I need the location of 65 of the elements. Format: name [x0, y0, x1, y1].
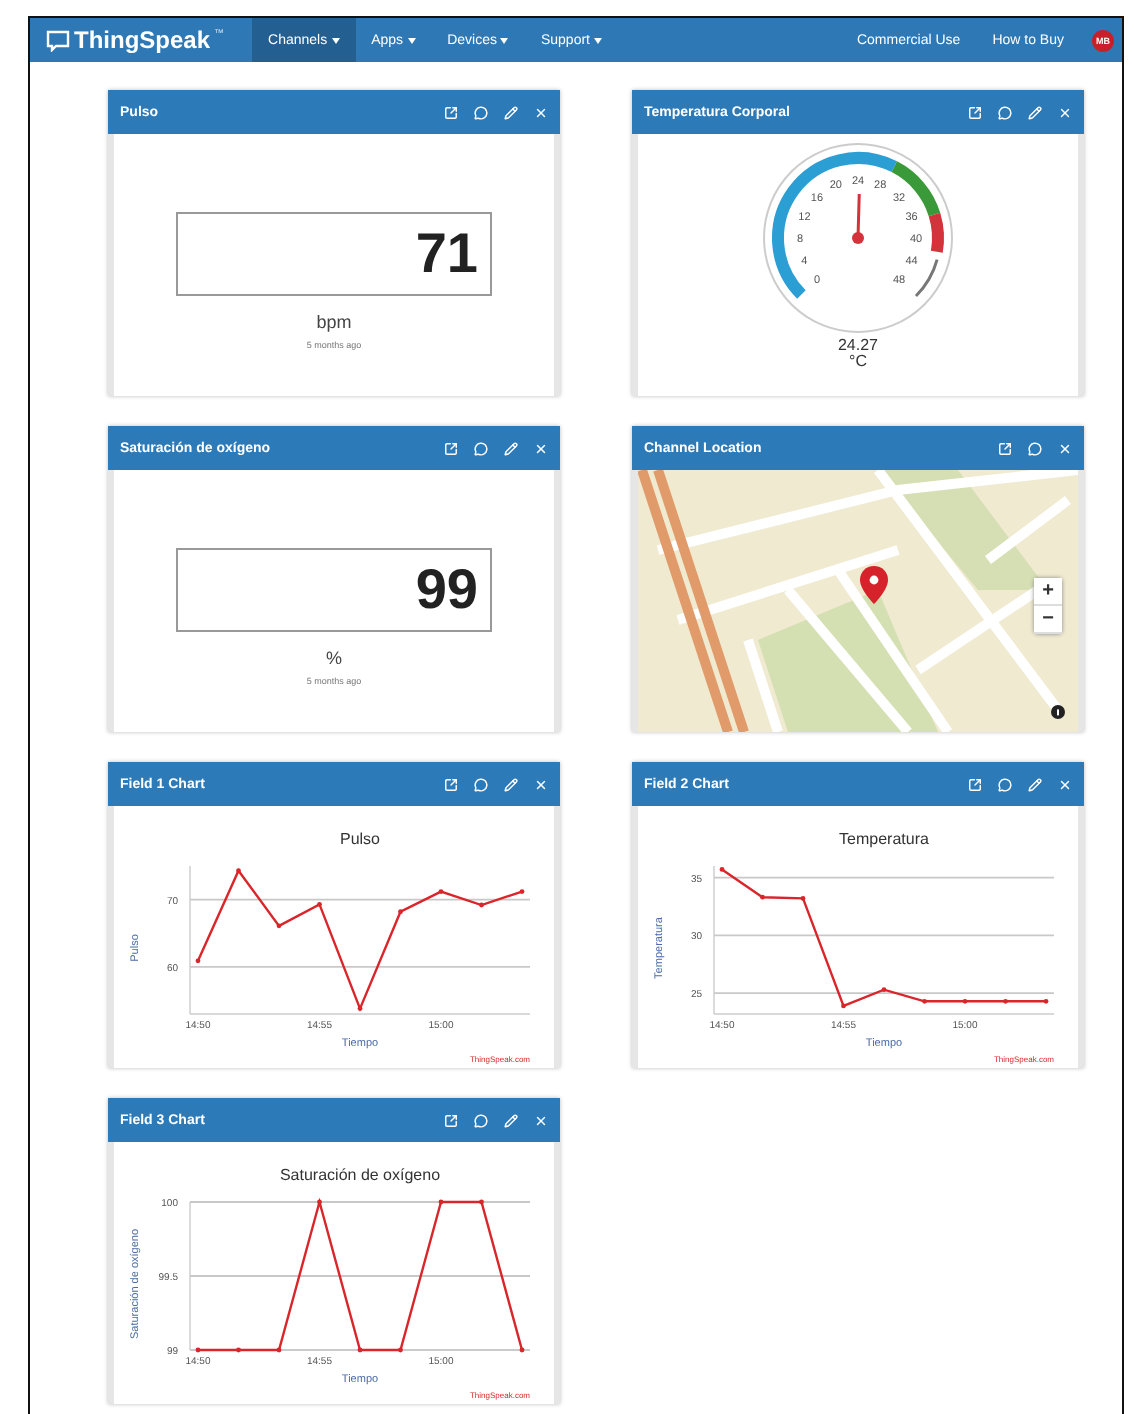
data-point: [1043, 998, 1049, 1004]
close-icon[interactable]: [1058, 105, 1072, 119]
pencil-icon[interactable]: [1028, 777, 1042, 791]
data-point: [479, 902, 484, 908]
pencil-icon[interactable]: [504, 105, 518, 119]
external-link-icon[interactable]: [444, 441, 458, 455]
data-point: [195, 1347, 201, 1353]
data-point: [719, 867, 725, 872]
zoom-in-button[interactable]: +: [1034, 578, 1062, 606]
data-point: [357, 1347, 363, 1353]
pencil-icon[interactable]: [1028, 105, 1042, 119]
data-point: [398, 1347, 403, 1353]
close-icon[interactable]: [1058, 441, 1072, 455]
data-point: [760, 894, 765, 900]
data-point: [317, 901, 322, 907]
logo-text[interactable]: ThingSpeak: [74, 26, 211, 54]
comment-icon[interactable]: [474, 1113, 488, 1127]
close-icon[interactable]: [534, 777, 548, 791]
data-point: [357, 1006, 363, 1011]
external-link-icon[interactable]: [968, 105, 982, 119]
data-point: [276, 1347, 282, 1353]
gauge-reading: 24.27: [837, 338, 879, 354]
chart-title: Saturación de oxígeno: [279, 1166, 441, 1184]
close-icon[interactable]: [534, 1113, 548, 1127]
data-point: [800, 896, 806, 901]
close-icon[interactable]: [534, 105, 548, 119]
comment-icon[interactable]: [998, 777, 1012, 791]
data-point: [317, 1199, 322, 1205]
data-point: [519, 889, 525, 894]
comment-icon[interactable]: [474, 777, 488, 791]
close-icon[interactable]: [1058, 777, 1072, 791]
unit-label: bpm: [316, 312, 352, 332]
unit-label: %: [325, 648, 342, 668]
comment-icon[interactable]: [474, 105, 488, 119]
external-link-icon[interactable]: [444, 777, 458, 791]
data-point: [276, 923, 282, 929]
comment-icon[interactable]: [474, 441, 488, 455]
data-point: [962, 998, 968, 1004]
data-point: [881, 987, 887, 993]
data-point: [922, 998, 927, 1004]
chart-title: Pulso: [340, 830, 380, 848]
data-point: [398, 909, 403, 915]
data-point: [519, 1347, 525, 1353]
data-point: [438, 889, 444, 894]
chart-title: Temperatura: [839, 830, 929, 848]
value-display: 99: [176, 548, 492, 632]
pencil-icon[interactable]: [504, 777, 518, 791]
external-link-icon[interactable]: [444, 1113, 458, 1127]
comment-icon[interactable]: [998, 105, 1012, 119]
data-point: [438, 1199, 444, 1205]
comment-icon[interactable]: [1028, 441, 1042, 455]
close-icon[interactable]: [534, 441, 548, 455]
pencil-icon[interactable]: [504, 1113, 518, 1127]
external-link-icon[interactable]: [968, 777, 982, 791]
external-link-icon[interactable]: [998, 441, 1012, 455]
data-point: [236, 868, 241, 874]
data-point: [236, 1347, 241, 1353]
unit-label: °C: [849, 354, 867, 370]
zoom-out-button[interactable]: −: [1034, 606, 1062, 634]
data-point: [479, 1199, 484, 1205]
external-link-icon[interactable]: [444, 105, 458, 119]
data-point: [841, 1003, 846, 1009]
value-display: 71: [176, 212, 492, 296]
pencil-icon[interactable]: [504, 441, 518, 455]
data-point: [195, 958, 201, 964]
